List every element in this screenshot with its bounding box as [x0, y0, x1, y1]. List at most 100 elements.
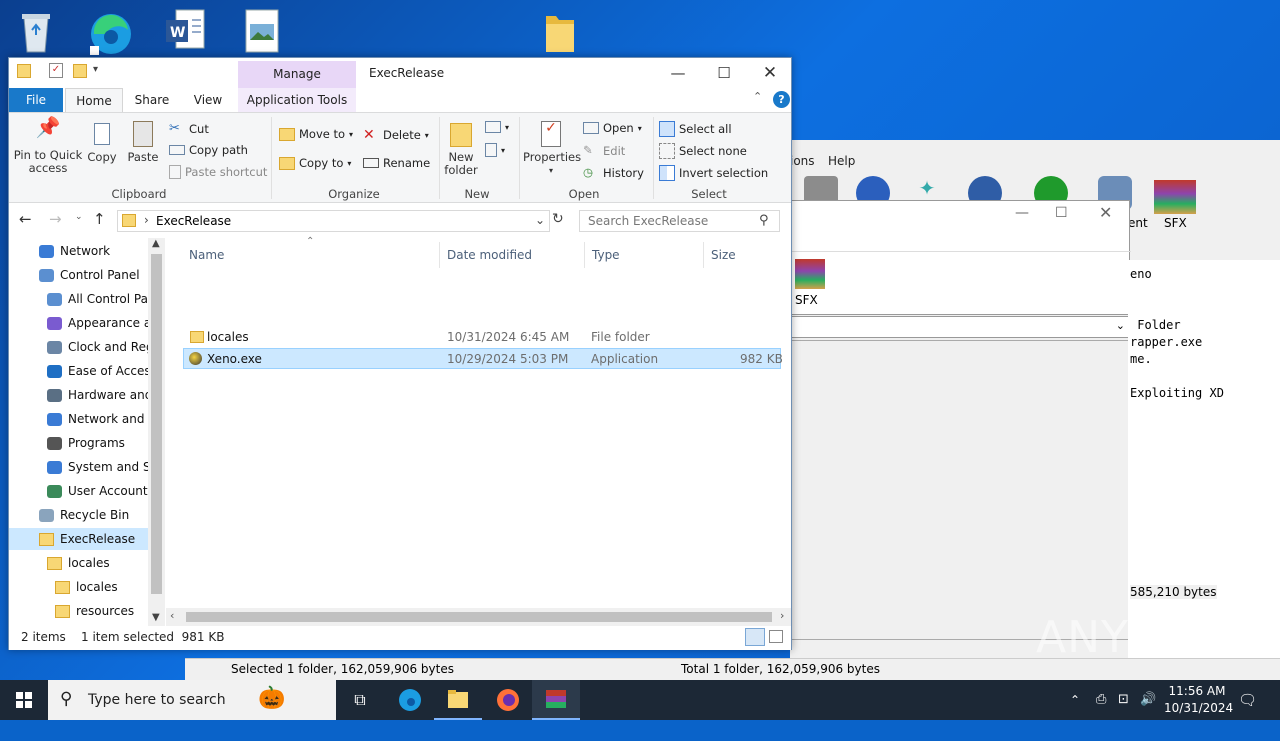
scroll-left-icon[interactable]: ‹ [170, 609, 174, 622]
paste-button[interactable]: Paste [125, 121, 161, 164]
scrollbar-thumb[interactable] [151, 254, 162, 594]
nav-item[interactable]: Hardware and [9, 384, 148, 406]
open-button[interactable]: Open ▾ [583, 121, 642, 135]
move-to-button[interactable]: Move to ▾ [279, 127, 353, 141]
tab-home[interactable]: Home [65, 88, 123, 112]
scroll-up-icon[interactable]: ▲ [152, 238, 160, 249]
nav-item[interactable]: Network and Ir [9, 408, 148, 430]
scroll-down-icon[interactable]: ▼ [152, 612, 160, 623]
customize-toolbar-icon[interactable]: ▾ [93, 64, 98, 75]
column-name[interactable]: Name [183, 242, 440, 268]
tab-application-tools[interactable]: Application Tools [238, 88, 356, 112]
copy-to-button[interactable]: Copy to ▾ [279, 156, 351, 170]
address-bar[interactable]: › ExecRelease ⌄ [117, 210, 550, 232]
column-date-modified[interactable]: Date modified [441, 242, 585, 268]
clock-date[interactable]: 10/31/2024 [1164, 701, 1233, 741]
scroll-right-icon[interactable]: › [780, 609, 784, 622]
history-button[interactable]: ◷ History [583, 165, 644, 181]
column-type[interactable]: Type [586, 242, 704, 268]
firefox-taskbar-icon[interactable] [484, 680, 532, 720]
up-arrow-icon[interactable]: ↑ [93, 210, 106, 228]
new-folder-button[interactable]: New folder [443, 121, 479, 177]
column-size[interactable]: Size [705, 242, 783, 268]
recycle-bin-icon[interactable] [12, 6, 60, 56]
folder-icon[interactable] [536, 6, 584, 56]
tab-share[interactable]: Share [129, 88, 175, 112]
recent-locations-icon[interactable]: ⌄ [75, 212, 83, 222]
horizontal-scrollbar[interactable]: ‹ › [166, 608, 791, 626]
edge-icon[interactable] [86, 6, 134, 56]
image-file-icon[interactable] [238, 6, 286, 56]
table-row[interactable]: locales 10/31/2024 6:45 AM File folder [183, 327, 781, 348]
winrar-taskbar-icon[interactable] [532, 680, 580, 720]
minimize-button[interactable]: — [1015, 205, 1029, 221]
nav-item[interactable]: All Control Par [9, 288, 148, 310]
pumpkin-search-highlight-icon[interactable]: 🎃 [258, 686, 285, 711]
rename-button[interactable]: Rename [363, 156, 430, 170]
volume-icon[interactable]: 🔊 [1140, 680, 1156, 720]
easy-access-button[interactable]: ▾ [485, 143, 505, 157]
nav-item[interactable]: Recycle Bin [9, 504, 148, 526]
path-combo[interactable]: ⌄ [790, 316, 1130, 338]
nav-item[interactable]: resources [9, 600, 148, 622]
nav-item[interactable]: System and Sec [9, 456, 148, 478]
copy-button[interactable]: Copy [85, 121, 119, 164]
nav-item[interactable]: Network [9, 240, 148, 262]
maximize-button[interactable]: ☐ [701, 62, 747, 84]
nav-item[interactable]: ExecRelease [9, 528, 148, 550]
details-view-icon[interactable] [745, 628, 765, 646]
address-dropdown-icon[interactable]: ⌄ [535, 213, 545, 227]
nav-item[interactable]: User Accounts [9, 480, 148, 502]
show-hidden-icons-icon[interactable]: ⌃ [1070, 680, 1080, 720]
forward-arrow-icon[interactable]: → [49, 210, 62, 228]
tab-file[interactable]: File [9, 88, 63, 112]
new-item-button[interactable]: ▾ [485, 121, 509, 133]
invert-selection-button[interactable]: Invert selection [659, 165, 768, 181]
select-none-button[interactable]: Select none [659, 143, 747, 159]
taskbar-search-input[interactable]: Type here to search [48, 680, 336, 720]
table-row-selected[interactable]: Xeno.exe 10/29/2024 5:03 PM Application … [183, 348, 783, 369]
tab-view[interactable]: View [185, 88, 231, 112]
word-document-icon[interactable]: W [162, 6, 210, 56]
nav-item[interactable]: Ease of Access [9, 360, 148, 382]
minimize-button[interactable]: — [655, 62, 701, 84]
search-icon[interactable]: ⚲ [759, 213, 769, 228]
nav-vertical-scrollbar[interactable]: ▲ ▼ [148, 238, 165, 626]
nav-item[interactable]: locales [9, 552, 148, 574]
edge-taskbar-icon[interactable] [386, 680, 434, 720]
new-folder-quick-icon[interactable] [73, 64, 87, 78]
paste-shortcut-button[interactable]: Paste shortcut [169, 165, 267, 179]
select-all-button[interactable]: Select all [659, 121, 732, 137]
collapse-ribbon-icon[interactable]: ⌃ [753, 90, 762, 103]
properties-button[interactable]: ✓ Properties ▾ [523, 121, 581, 177]
menu-help[interactable]: Help [828, 154, 855, 168]
file-explorer-taskbar-icon[interactable] [434, 680, 482, 720]
back-arrow-icon[interactable]: ← [19, 210, 32, 228]
device-icon[interactable]: ⎙ [1096, 680, 1106, 720]
delete-button[interactable]: ✕ Delete ▾ [363, 127, 429, 143]
task-view-icon[interactable]: ⧉ [336, 680, 384, 720]
scrollbar-thumb[interactable] [186, 612, 772, 622]
nav-item[interactable]: Programs [9, 432, 148, 454]
edit-button[interactable]: ✎ Edit [583, 143, 625, 159]
nav-item[interactable]: Control Panel [9, 264, 148, 286]
properties-quick-icon[interactable]: ✓ [49, 63, 63, 78]
notifications-icon[interactable]: 🗨 [1238, 680, 1257, 720]
nav-item[interactable]: Clock and Regi [9, 336, 148, 358]
copy-path-button[interactable]: Copy path [169, 143, 248, 157]
close-button[interactable]: ✕ [747, 62, 793, 84]
sfx-tool-icon[interactable] [1154, 180, 1196, 214]
nav-item[interactable]: locales [9, 576, 148, 598]
network-icon[interactable]: ⊡ [1118, 680, 1129, 720]
maximize-button[interactable]: ☐ [1055, 205, 1068, 221]
search-input[interactable]: Search ExecRelease [579, 210, 780, 232]
refresh-icon[interactable]: ↻ [552, 211, 564, 227]
pin-quick-access-button[interactable]: 📌 Pin to Quick access [13, 117, 83, 175]
help-icon[interactable]: ? [773, 91, 790, 108]
close-button[interactable]: ✕ [1099, 203, 1112, 222]
large-icons-view-icon[interactable] [769, 630, 783, 643]
nav-item[interactable]: Appearance an [9, 312, 148, 334]
breadcrumb[interactable]: ExecRelease [156, 214, 231, 228]
start-button[interactable] [0, 680, 48, 720]
menu-options[interactable]: ions [790, 154, 815, 168]
